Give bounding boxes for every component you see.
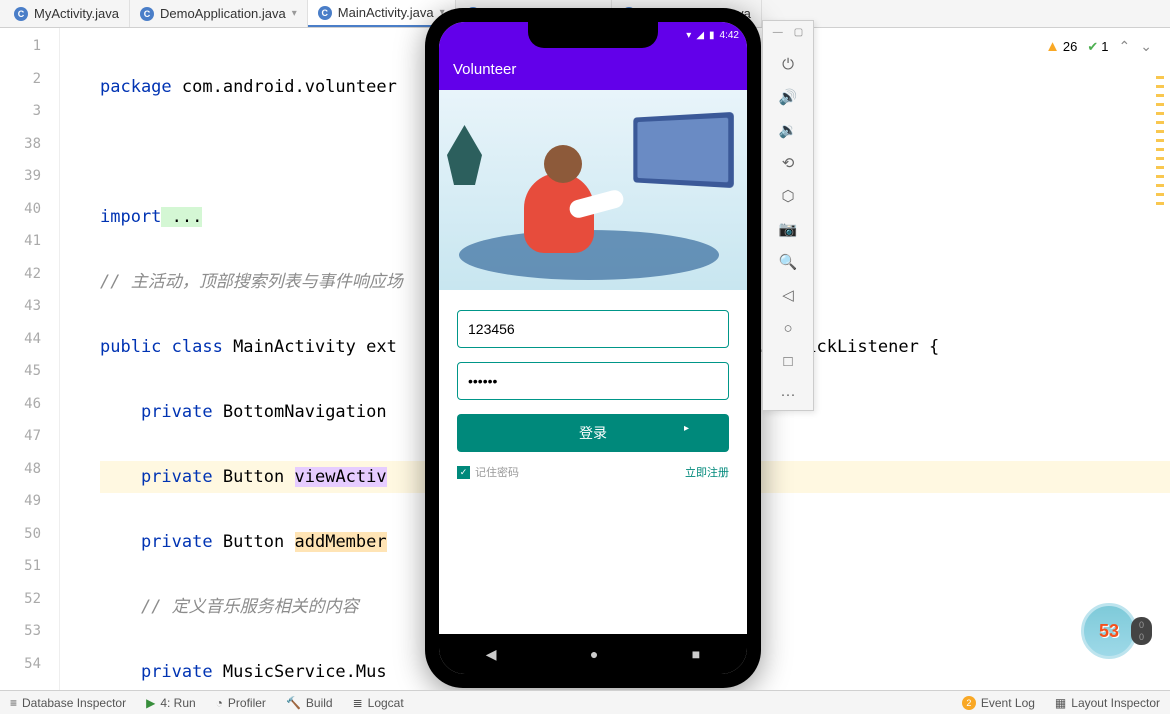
line-number: 42 [0, 266, 59, 299]
checks-badge[interactable]: ✔1 [1087, 39, 1108, 55]
nav-recent-button[interactable]: ■ [692, 646, 700, 662]
gutter: 1 2 3 38 39 40 41 42 43 44 45 46 47 48 4… [0, 28, 60, 690]
line-number: 1 [0, 38, 59, 71]
play-icon: ▶ [146, 696, 155, 710]
line-number: 40 [0, 201, 59, 234]
line-number: 52 [0, 591, 59, 624]
logcat-tab[interactable]: ≣Logcat [343, 696, 414, 710]
java-icon: C [140, 7, 154, 21]
back-button[interactable]: ◁ [778, 285, 798, 305]
float-pill: 00 [1131, 617, 1152, 645]
home-button[interactable]: ○ [778, 318, 798, 338]
inspection-widget: ▲26 ✔1 ⌃ ⌄ [1045, 38, 1152, 55]
line-number: 47 [0, 428, 59, 461]
volume-down-button[interactable]: 🔉 [778, 120, 798, 140]
nav-back-button[interactable]: ◀ [486, 646, 497, 663]
password-input[interactable] [457, 362, 729, 400]
signal-icon: ◢ [696, 30, 704, 41]
line-number: 48 [0, 461, 59, 494]
close-icon[interactable]: ▢ [794, 27, 803, 38]
volume-up-button[interactable]: 🔊 [778, 87, 798, 107]
layout-icon: ▦ [1055, 696, 1066, 710]
line-number: 46 [0, 396, 59, 429]
java-icon: C [318, 6, 332, 20]
database-inspector-tab[interactable]: ≡Database Inspector [0, 696, 136, 710]
overview-button[interactable]: □ [778, 351, 798, 371]
status-time: 4:42 [720, 30, 739, 41]
username-input[interactable] [457, 310, 729, 348]
profiler-tab[interactable]: ◔Profiler [206, 696, 276, 710]
register-link[interactable]: 立即注册 [685, 464, 729, 480]
phone-notch [528, 22, 658, 48]
java-icon: C [14, 7, 28, 21]
checkbox-icon: ✓ [457, 466, 470, 479]
line-number: 2 [0, 71, 59, 104]
event-log-tab[interactable]: 2Event Log [952, 696, 1045, 710]
tab-demoapplication[interactable]: CDemoApplication.java▾ [130, 0, 308, 27]
line-number: 41 [0, 233, 59, 266]
line-number: 3 [0, 103, 59, 136]
line-number: 49 [0, 493, 59, 526]
more-button[interactable]: ··· [778, 384, 798, 404]
warning-icon: ▲ [1045, 38, 1060, 55]
profiler-icon: ◔ [216, 696, 223, 710]
line-number: 44 [0, 331, 59, 364]
next-highlight-button[interactable]: ⌄ [1140, 38, 1152, 55]
line-number: 45 [0, 363, 59, 396]
app-bar: Volunteer [439, 48, 747, 90]
logcat-icon: ≣ [353, 696, 363, 710]
tab-myactivity[interactable]: CMyActivity.java [4, 0, 130, 27]
hero-illustration [439, 90, 747, 290]
fps-counter: 53 [1081, 603, 1137, 659]
rotate-left-button[interactable]: ⟲ [778, 153, 798, 173]
line-number: 53 [0, 623, 59, 656]
build-tab[interactable]: 🔨Build [276, 696, 343, 710]
run-tab[interactable]: ▶4: Run [136, 696, 206, 710]
android-nav-bar: ◀ ● ■ [439, 634, 747, 674]
emulator-toolbar: — ▢ ⏻ 🔊 🔉 ⟲ ⬡ 📷 🔍 ◁ ○ □ ··· [762, 20, 814, 411]
remember-checkbox[interactable]: ✓记住密码 [457, 464, 519, 480]
error-stripe[interactable] [1156, 70, 1168, 686]
line-number: 54 [0, 656, 59, 689]
line-number: 43 [0, 298, 59, 331]
line-number: 38 [0, 136, 59, 169]
hammer-icon: 🔨 [286, 696, 301, 710]
emulator-screen[interactable]: ▾ ◢ ▮ 4:42 Volunteer 登录 ✓记住密码 立即注册 ◀ ● ■ [439, 22, 747, 674]
line-number: 50 [0, 526, 59, 559]
check-icon: ✔ [1087, 39, 1098, 55]
screenshot-button[interactable]: 📷 [778, 219, 798, 239]
event-count-badge: 2 [962, 696, 976, 710]
layout-inspector-tab[interactable]: ▦Layout Inspector [1045, 696, 1170, 710]
wifi-icon: ▾ [686, 30, 691, 41]
status-bar: ≡Database Inspector ▶4: Run ◔Profiler 🔨B… [0, 690, 1170, 714]
login-button[interactable]: 登录 [457, 414, 729, 452]
close-icon[interactable]: ▾ [292, 8, 297, 19]
warnings-badge[interactable]: ▲26 [1045, 38, 1077, 55]
emulator-frame: ▾ ◢ ▮ 4:42 Volunteer 登录 ✓记住密码 立即注册 ◀ ● ■ [425, 8, 761, 688]
prev-highlight-button[interactable]: ⌃ [1119, 38, 1131, 55]
rotate-right-button[interactable]: ⬡ [778, 186, 798, 206]
login-form: 登录 ✓记住密码 立即注册 [439, 290, 747, 500]
battery-icon: ▮ [709, 30, 715, 41]
database-icon: ≡ [10, 696, 17, 710]
zoom-button[interactable]: 🔍 [778, 252, 798, 272]
float-widget[interactable]: 53 00 [1081, 603, 1152, 659]
minimize-icon[interactable]: — [773, 27, 783, 38]
line-number: 51 [0, 558, 59, 591]
nav-home-button[interactable]: ● [590, 646, 598, 662]
power-button[interactable]: ⏻ [778, 54, 798, 74]
line-number: 39 [0, 168, 59, 201]
